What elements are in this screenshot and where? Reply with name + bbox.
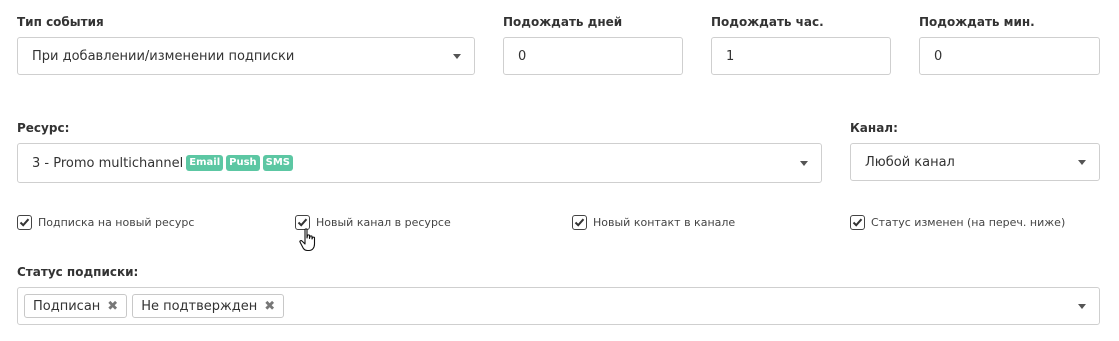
resource-select[interactable]: 3 - Promo multichannel Email Push SMS — [17, 143, 822, 183]
chevron-down-icon — [800, 161, 808, 166]
wait-minutes-label: Подождать мин. — [919, 15, 1035, 29]
checkbox-box[interactable] — [850, 215, 865, 230]
close-icon[interactable]: ✖ — [107, 299, 118, 314]
checkbox-box[interactable] — [17, 215, 32, 230]
event-type-label: Тип события — [17, 15, 104, 29]
checkbox-new-contact[interactable]: Новый контакт в канале — [572, 215, 735, 230]
wait-days-input[interactable] — [504, 38, 682, 74]
tag-label: Не подтвержден — [141, 298, 258, 314]
wait-hours-input[interactable] — [712, 38, 890, 74]
subscription-status-label: Статус подписки: — [17, 265, 139, 279]
resource-value: 3 - Promo multichannel — [32, 155, 184, 171]
chevron-down-icon — [453, 54, 461, 59]
checkbox-box[interactable] — [572, 215, 587, 230]
wait-minutes-field-wrap — [919, 37, 1100, 75]
channel-select[interactable]: Любой канал — [850, 143, 1100, 181]
channel-label: Канал: — [850, 121, 898, 135]
subscription-status-multiselect[interactable]: Подписан ✖ Не подтвержден ✖ — [17, 287, 1100, 325]
close-icon[interactable]: ✖ — [264, 299, 275, 314]
checkbox-label: Статус изменен (на переч. ниже) — [871, 216, 1066, 229]
checkbox-label: Подписка на новый ресурс — [38, 216, 195, 229]
push-badge: Push — [226, 155, 260, 171]
resource-label: Ресурс: — [17, 121, 70, 135]
status-tag-subscribed: Подписан ✖ — [24, 294, 128, 318]
status-tag-unconfirmed: Не подтвержден ✖ — [132, 294, 285, 318]
checkbox-label: Новый канал в ресурсе — [316, 216, 451, 229]
checkbox-status-changed[interactable]: Статус изменен (на переч. ниже) — [850, 215, 1065, 230]
event-type-select[interactable]: При добавлении/изменении подписки — [17, 37, 475, 75]
wait-hours-field-wrap — [711, 37, 891, 75]
tag-label: Подписан — [33, 298, 101, 314]
checkbox-new-resource[interactable]: Подписка на новый ресурс — [17, 215, 194, 230]
email-badge: Email — [186, 155, 224, 171]
checkmark-icon — [852, 218, 863, 227]
checkmark-icon — [574, 218, 585, 227]
wait-minutes-input[interactable] — [920, 38, 1099, 74]
hand-pointer-icon — [299, 228, 316, 252]
wait-days-field-wrap — [503, 37, 683, 75]
wait-days-label: Подождать дней — [503, 15, 623, 29]
chevron-down-icon — [1078, 304, 1086, 309]
wait-hours-label: Подождать час. — [711, 15, 824, 29]
checkbox-label: Новый контакт в канале — [593, 216, 736, 229]
sms-badge: SMS — [262, 155, 294, 171]
checkmark-icon — [19, 218, 30, 227]
tags-container: Подписан ✖ Не подтвержден ✖ — [24, 288, 289, 324]
chevron-down-icon — [1078, 160, 1086, 165]
resource-selection: 3 - Promo multichannel Email Push SMS — [32, 144, 294, 182]
channel-value: Любой канал — [865, 154, 955, 170]
event-type-value: При добавлении/изменении подписки — [32, 48, 295, 64]
checkmark-icon — [297, 218, 308, 227]
checkbox-new-channel[interactable]: Новый канал в ресурсе — [295, 215, 451, 230]
